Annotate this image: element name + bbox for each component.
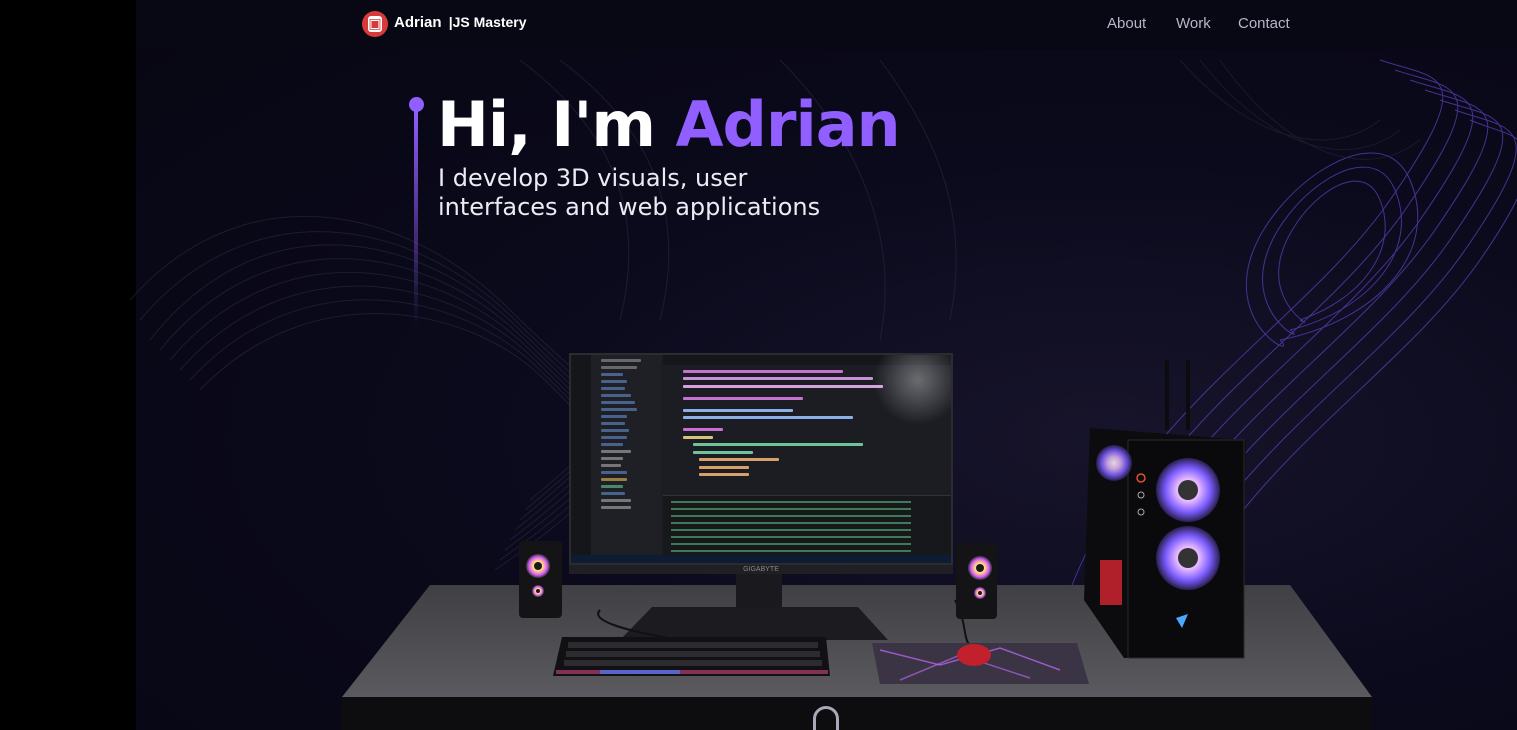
brand-suffix: |JS Mastery: [448, 14, 527, 30]
mouse-scroll-icon[interactable]: [813, 706, 839, 730]
right-speaker: [956, 543, 997, 619]
monitor-brand: GIGABYTE: [743, 566, 779, 573]
logo-icon[interactable]: ▣: [362, 11, 388, 37]
monitor-screen: [569, 353, 953, 565]
brand-name[interactable]: Adrian |JS Mastery: [394, 14, 527, 31]
hero-subtitle: I develop 3D visuals, user interfaces an…: [438, 164, 821, 221]
brand-label: Adrian: [394, 14, 442, 31]
hero-greeting: Hi, I'm: [437, 88, 676, 161]
mouse: [957, 644, 991, 666]
nav-link-contact[interactable]: Contact: [1238, 15, 1290, 32]
left-speaker: [519, 541, 562, 618]
editor-status-bar: [571, 555, 951, 563]
hero-name: Adrian: [675, 88, 901, 161]
editor-file-explorer: [591, 355, 661, 563]
editor-activity-bar: [571, 355, 591, 563]
nav-link-about[interactable]: About: [1107, 15, 1146, 32]
accent-line: [414, 110, 418, 325]
desk-front: [342, 697, 1372, 730]
nav-link-work[interactable]: Work: [1176, 15, 1211, 32]
hero-title: Hi, I'm Adrian: [437, 88, 901, 161]
editor-code-pane: [663, 355, 951, 495]
navbar: [136, 0, 1517, 50]
editor-terminal: [663, 495, 951, 555]
